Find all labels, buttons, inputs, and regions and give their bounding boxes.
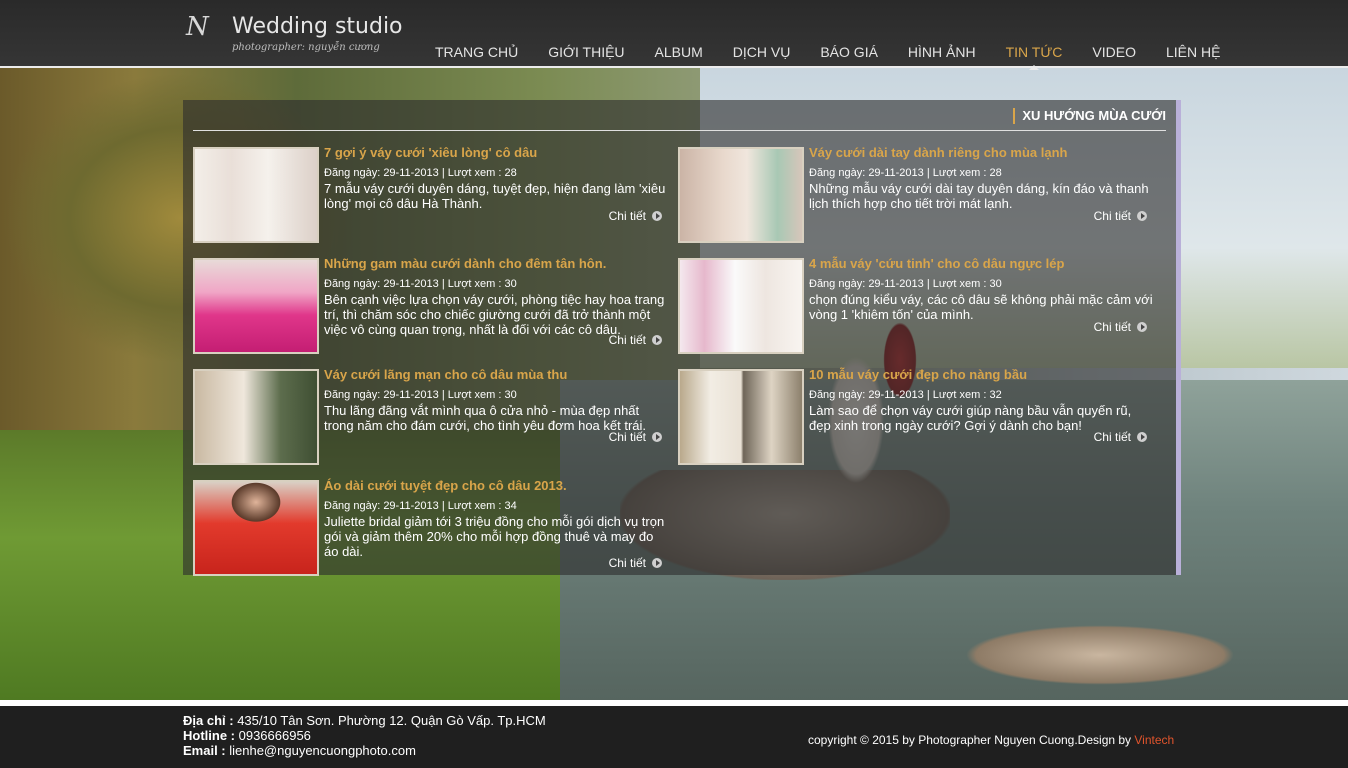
news-description: Những mẫu váy cưới dài tay duyên dáng, k… (809, 181, 1149, 211)
arrow-right-icon (652, 432, 662, 442)
news-thumbnail[interactable] (678, 258, 804, 354)
arrow-right-icon (652, 211, 662, 221)
panel-header: XU HƯỚNG MÙA CƯỚI (193, 100, 1166, 131)
section-title: XU HƯỚNG MÙA CƯỚI (1013, 108, 1166, 124)
news-meta: Đăng ngày: 29-11-2013 | Lượt xem : 28 (324, 167, 517, 179)
news-thumbnail[interactable] (193, 369, 319, 465)
nav-item-album[interactable]: ALBUM (640, 44, 718, 60)
read-more-link[interactable]: Chi tiết (609, 430, 662, 444)
read-more-link[interactable]: Chi tiết (1094, 430, 1147, 444)
news-title[interactable]: Những gam màu cưới dành cho đêm tân hôn. (324, 256, 606, 271)
read-more-link[interactable]: Chi tiết (1094, 320, 1147, 334)
arrow-right-icon (652, 558, 662, 568)
news-description: Thu lãng đãng vắt mình qua ô cửa nhỏ - m… (324, 403, 647, 433)
news-item: Những gam màu cưới dành cho đêm tân hôn.… (183, 256, 664, 355)
news-description: chọn đúng kiểu váy, các cô dâu sẽ không … (809, 292, 1153, 322)
news-panel: XU HƯỚNG MÙA CƯỚI 7 gợi ý váy cưới 'xiêu… (183, 100, 1181, 577)
nav-item-services[interactable]: DỊCH VỤ (718, 44, 806, 60)
news-title[interactable]: 7 gợi ý váy cưới 'xiêu lòng' cô dâu (324, 145, 537, 160)
news-meta: Đăng ngày: 29-11-2013 | Lượt xem : 32 (809, 389, 1002, 401)
contact-info: Địa chỉ : 435/10 Tân Sơn. Phường 12. Quậ… (183, 713, 546, 758)
news-item: Váy cưới lãng mạn cho cô dâu mùa thu Đăn… (183, 367, 662, 466)
news-item: Váy cưới dài tay dành riêng cho mùa lạnh… (668, 145, 1149, 244)
site-footer: Địa chỉ : 435/10 Tân Sơn. Phường 12. Quậ… (0, 700, 1348, 768)
nav-item-pricing[interactable]: BÁO GIÁ (805, 44, 893, 60)
nav-item-contact[interactable]: LIÊN HỆ (1151, 44, 1235, 60)
news-thumbnail[interactable] (193, 480, 319, 576)
arrow-right-icon (1137, 322, 1147, 332)
news-meta: Đăng ngày: 29-11-2013 | Lượt xem : 28 (809, 167, 1002, 179)
news-item: Áo dài cưới tuyệt đẹp cho cô dâu 2013. Đ… (183, 478, 664, 577)
news-meta: Đăng ngày: 29-11-2013 | Lượt xem : 30 (324, 389, 517, 401)
site-header: N Wedding studio photographer: nguyễn cư… (0, 0, 1348, 70)
news-title[interactable]: 4 mẫu váy 'cứu tinh' cho cô dâu ngực lép (809, 256, 1064, 271)
news-title[interactable]: 10 mẫu váy cưới đẹp cho nàng bầu (809, 367, 1027, 382)
news-title[interactable]: Váy cưới lãng mạn cho cô dâu mùa thu (324, 367, 567, 382)
email-label: Email : (183, 743, 226, 758)
designer-link[interactable]: Vintech (1134, 733, 1174, 747)
logo-title: Wedding studio (232, 14, 403, 39)
news-thumbnail[interactable] (193, 147, 319, 243)
news-description: 7 mẫu váy cưới duyên dáng, tuyệt đẹp, hi… (324, 181, 666, 211)
logo-subtitle: photographer: nguyễn cương (232, 42, 380, 53)
main-nav: TRANG CHỦ GIỚI THIỆU ALBUM DỊCH VỤ BÁO G… (420, 44, 1235, 70)
arrow-right-icon (1137, 432, 1147, 442)
email-value: lienhe@nguyencuongphoto.com (225, 743, 416, 758)
news-thumbnail[interactable] (678, 369, 804, 465)
copyright-text: copyright © 2015 by Photographer Nguyen … (808, 733, 1175, 747)
nav-item-gallery[interactable]: HÌNH ẢNH (893, 44, 991, 60)
news-item: 10 mẫu váy cưới đẹp cho nàng bầu Đăng ng… (668, 367, 1147, 466)
hotline-label: Hotline : (183, 728, 235, 743)
news-item: 7 gợi ý váy cưới 'xiêu lòng' cô dâu Đăng… (183, 145, 665, 244)
read-more-link[interactable]: Chi tiết (1094, 209, 1147, 223)
arrow-right-icon (1137, 211, 1147, 221)
news-title[interactable]: Váy cưới dài tay dành riêng cho mùa lạnh (809, 145, 1068, 160)
news-item: 4 mẫu váy 'cứu tinh' cho cô dâu ngực lép… (668, 256, 1153, 355)
news-thumbnail[interactable] (678, 147, 804, 243)
news-description: Bên cạnh việc lựa chọn váy cưới, phòng t… (324, 292, 665, 337)
news-description: Làm sao để chọn váy cưới giúp nàng bầu v… (809, 403, 1132, 433)
nav-item-home[interactable]: TRANG CHỦ (420, 44, 533, 60)
news-meta: Đăng ngày: 29-11-2013 | Lượt xem : 30 (324, 278, 517, 290)
news-meta: Đăng ngày: 29-11-2013 | Lượt xem : 30 (809, 278, 1002, 290)
read-more-link[interactable]: Chi tiết (609, 556, 662, 570)
nav-item-about[interactable]: GIỚI THIỆU (533, 44, 639, 60)
news-description: Juliette bridal giảm tới 3 triệu đồng ch… (324, 514, 665, 559)
news-title[interactable]: Áo dài cưới tuyệt đẹp cho cô dâu 2013. (324, 478, 567, 493)
background-rock-small (965, 625, 1235, 685)
news-meta: Đăng ngày: 29-11-2013 | Lượt xem : 34 (324, 500, 517, 512)
arrow-right-icon (652, 335, 662, 345)
nav-item-news[interactable]: TIN TỨC (991, 44, 1078, 70)
address-label: Địa chỉ : (183, 713, 234, 728)
read-more-link[interactable]: Chi tiết (609, 209, 662, 223)
hotline-value: 0936666956 (235, 728, 311, 743)
read-more-link[interactable]: Chi tiết (609, 333, 662, 347)
address-value: 435/10 Tân Sơn. Phường 12. Quận Gò Vấp. … (233, 713, 546, 728)
nav-item-video[interactable]: VIDEO (1077, 44, 1151, 60)
news-thumbnail[interactable] (193, 258, 319, 354)
logo-mark: N (186, 12, 209, 42)
